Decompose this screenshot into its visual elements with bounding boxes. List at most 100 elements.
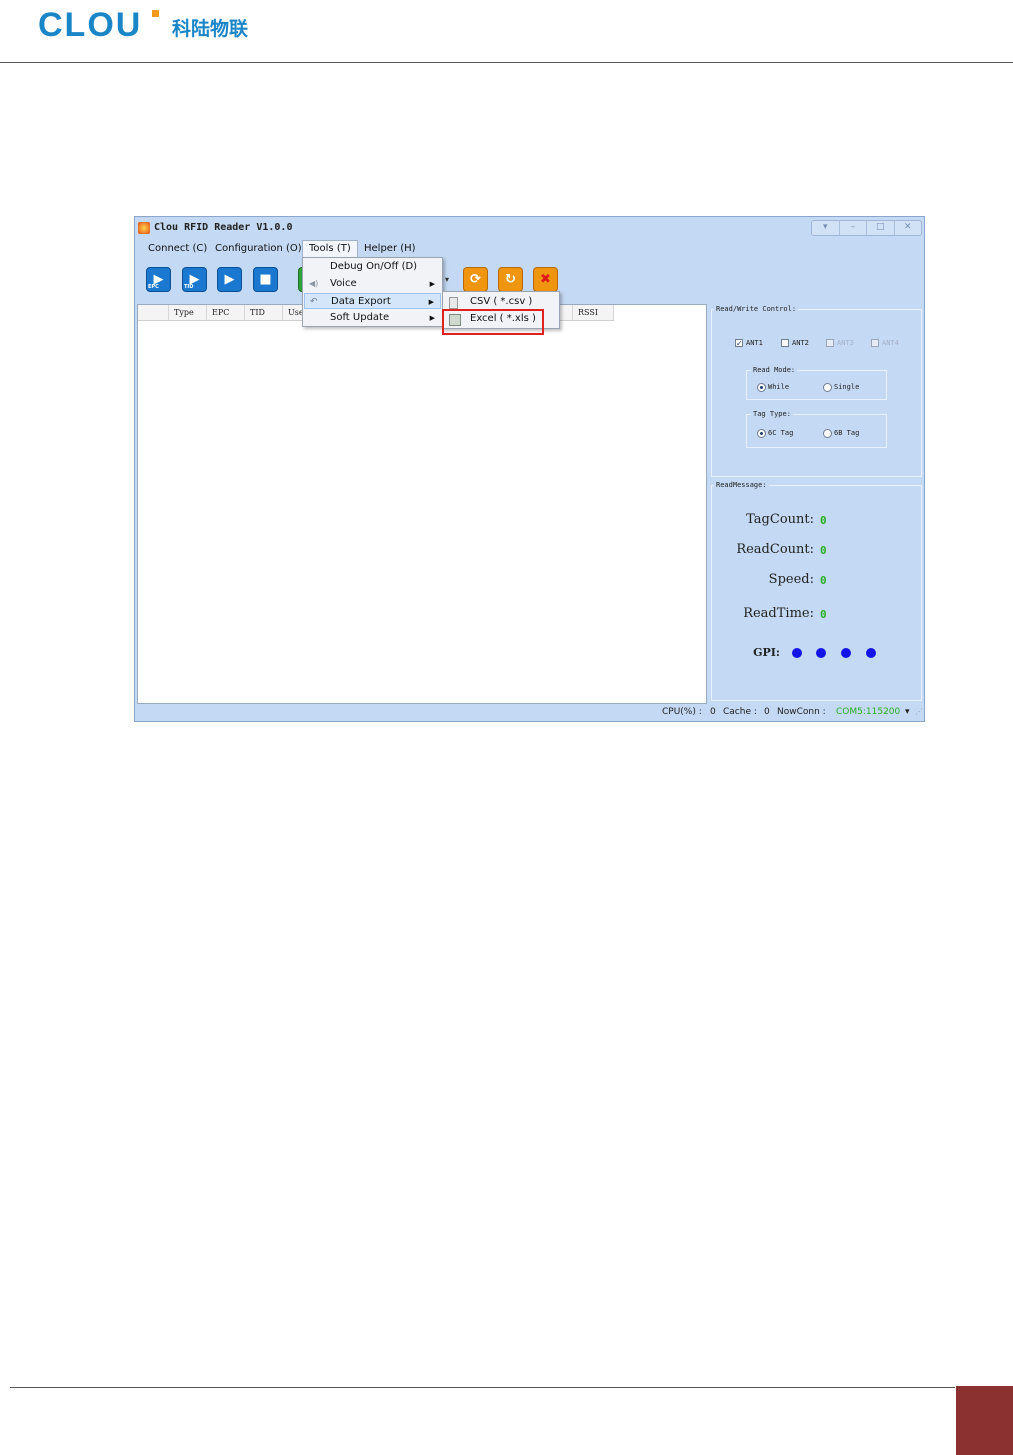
gpi-indicator-1 [792,648,802,658]
rotate-icon: ↻ [505,272,516,287]
gpi-indicator-3 [841,648,851,658]
cpu-value: 0 [710,707,716,717]
menu-voice[interactable]: ◀) Voice ▶ [304,276,441,292]
column-rssi[interactable]: RSSI [573,305,614,320]
refresh-button[interactable]: ⟳ [463,267,488,292]
menu-data-export[interactable]: ↶ Data Export ▶ [304,293,441,309]
app-icon [138,222,150,234]
title-bar: Clou RFID Reader V1.0.0 ▾ – □ ✕ [135,217,924,239]
tag-type-group: Tag Type: 6C Tag 6B Tag [746,410,887,448]
submenu-arrow-icon: ▶ [428,298,434,306]
read-write-control-title: Read/Write Control: [714,305,799,313]
footer-divider [10,1387,955,1388]
read-mode-title: Read Mode: [751,366,798,374]
read-tid-button[interactable]: ▶ TID [182,267,207,292]
start-button[interactable]: ▶ [217,267,242,292]
menu-configuration[interactable]: Configuration (O) [209,241,308,257]
resize-grip-icon[interactable]: ⋰ [915,707,923,716]
column-tid[interactable]: TID [245,305,283,320]
ant3-checkbox[interactable] [826,339,834,347]
column-epc[interactable]: EPC [207,305,245,320]
clou-logo-chinese: 科陆物联 [172,18,249,40]
cpu-label: CPU(%) : [662,707,702,717]
speed-label: Speed: [768,572,814,587]
connection-port[interactable]: COM5:115200 [836,707,900,717]
tid-label: TID [184,284,194,290]
ant1-label: ANT1 [746,339,763,347]
right-panel: Read/Write Control: ✓ ANT1 ANT2 ANT3 ANT… [709,303,924,703]
play-icon: ▶ [224,272,235,287]
ant4-label: ANT4 [882,339,899,347]
read-time-value: 0 [820,608,827,621]
gpi-label: GPI: [753,646,780,659]
tag-6b-label: 6B Tag [834,429,860,437]
tools-menu: Debug On/Off (D) ◀) Voice ▶ ↶ Data Expor… [302,257,443,327]
tag-6c-label: 6C Tag [768,429,794,437]
mode-while-radio[interactable] [757,383,766,392]
mode-single-label: Single [834,383,860,391]
close-button[interactable]: ✕ [895,221,922,235]
ant1-checkbox[interactable]: ✓ [735,339,743,348]
cache-value: 0 [764,707,770,717]
column-type[interactable]: Type [169,305,207,320]
highlight-box [442,309,544,335]
epc-label: EPC [148,284,159,290]
menu-soft-update[interactable]: Soft Update ▶ [304,310,441,326]
export-csv-option[interactable]: CSV ( *.csv ) [444,294,558,310]
clear-button[interactable]: ✖ [533,267,558,292]
ant3-label: ANT3 [837,339,854,347]
grid-header-spacer [138,305,169,320]
menu-bar: Connect (C) Configuration (O) Tools (T) … [135,240,924,257]
clou-logo: CLOU [38,6,143,44]
cache-label: Cache : [723,707,757,717]
mode-single-radio[interactable] [823,383,832,392]
ant4-checkbox[interactable] [871,339,879,347]
reset-button[interactable]: ↻ [498,267,523,292]
read-time-label: ReadTime: [743,606,814,621]
read-count-value: 0 [820,544,827,557]
menu-connect[interactable]: Connect (C) [142,241,213,257]
ant2-checkbox[interactable] [781,339,789,347]
window-title: Clou RFID Reader V1.0.0 [154,222,293,233]
ant2-label: ANT2 [792,339,809,347]
read-mode-group: Read Mode: While Single [746,366,887,400]
submenu-arrow-icon: ▶ [429,280,435,288]
connection-dropdown-icon[interactable]: ▾ [905,707,910,717]
dropdown-button[interactable]: ▾ [812,221,840,235]
menu-debug-toggle[interactable]: Debug On/Off (D) [304,259,441,275]
tag-count-value: 0 [820,514,827,527]
menu-helper[interactable]: Helper (H) [358,241,422,257]
speed-value: 0 [820,574,827,587]
dropdown-arrow-icon[interactable]: ▾ [445,275,449,284]
csv-file-icon [449,297,458,309]
tag-6c-radio[interactable] [757,429,766,438]
read-message-title: ReadMessage: [714,481,769,489]
minimize-button[interactable]: – [840,221,867,235]
logo-accent-dot [152,10,159,17]
delete-icon: ✖ [540,272,551,287]
page-corner-block [956,1386,1013,1455]
export-arrow-icon: ↶ [310,297,318,307]
gpi-indicator-4 [866,648,876,658]
submenu-arrow-icon: ▶ [429,314,435,322]
read-count-label: ReadCount: [736,542,814,557]
nowconn-label: NowConn : [777,707,826,717]
maximize-button[interactable]: □ [867,221,895,235]
header-divider [0,62,1013,63]
tag-6b-radio[interactable] [823,429,832,438]
mode-while-label: While [768,383,790,391]
speaker-icon: ◀) [309,279,319,288]
menu-tools[interactable]: Tools (T) [302,240,358,257]
read-epc-button[interactable]: ▶ EPC [146,267,171,292]
sync-icon: ⟳ [470,272,481,287]
status-bar: CPU(%) : 0 Cache : 0 NowConn : COM5:1152… [135,705,924,721]
window-controls: ▾ – □ ✕ [811,220,922,236]
stop-icon: ■ [259,272,272,287]
gpi-indicator-2 [816,648,826,658]
app-window: Clou RFID Reader V1.0.0 ▾ – □ ✕ Connect … [134,216,925,722]
read-write-control-group: Read/Write Control: ✓ ANT1 ANT2 ANT3 ANT… [711,305,922,477]
tag-data-grid[interactable]: Type EPC TID User RSSI [137,304,707,704]
stop-button[interactable]: ■ [253,267,278,292]
read-message-group: ReadMessage: TagCount: 0 ReadCount: 0 Sp… [711,481,922,701]
tag-count-label: TagCount: [746,512,814,527]
